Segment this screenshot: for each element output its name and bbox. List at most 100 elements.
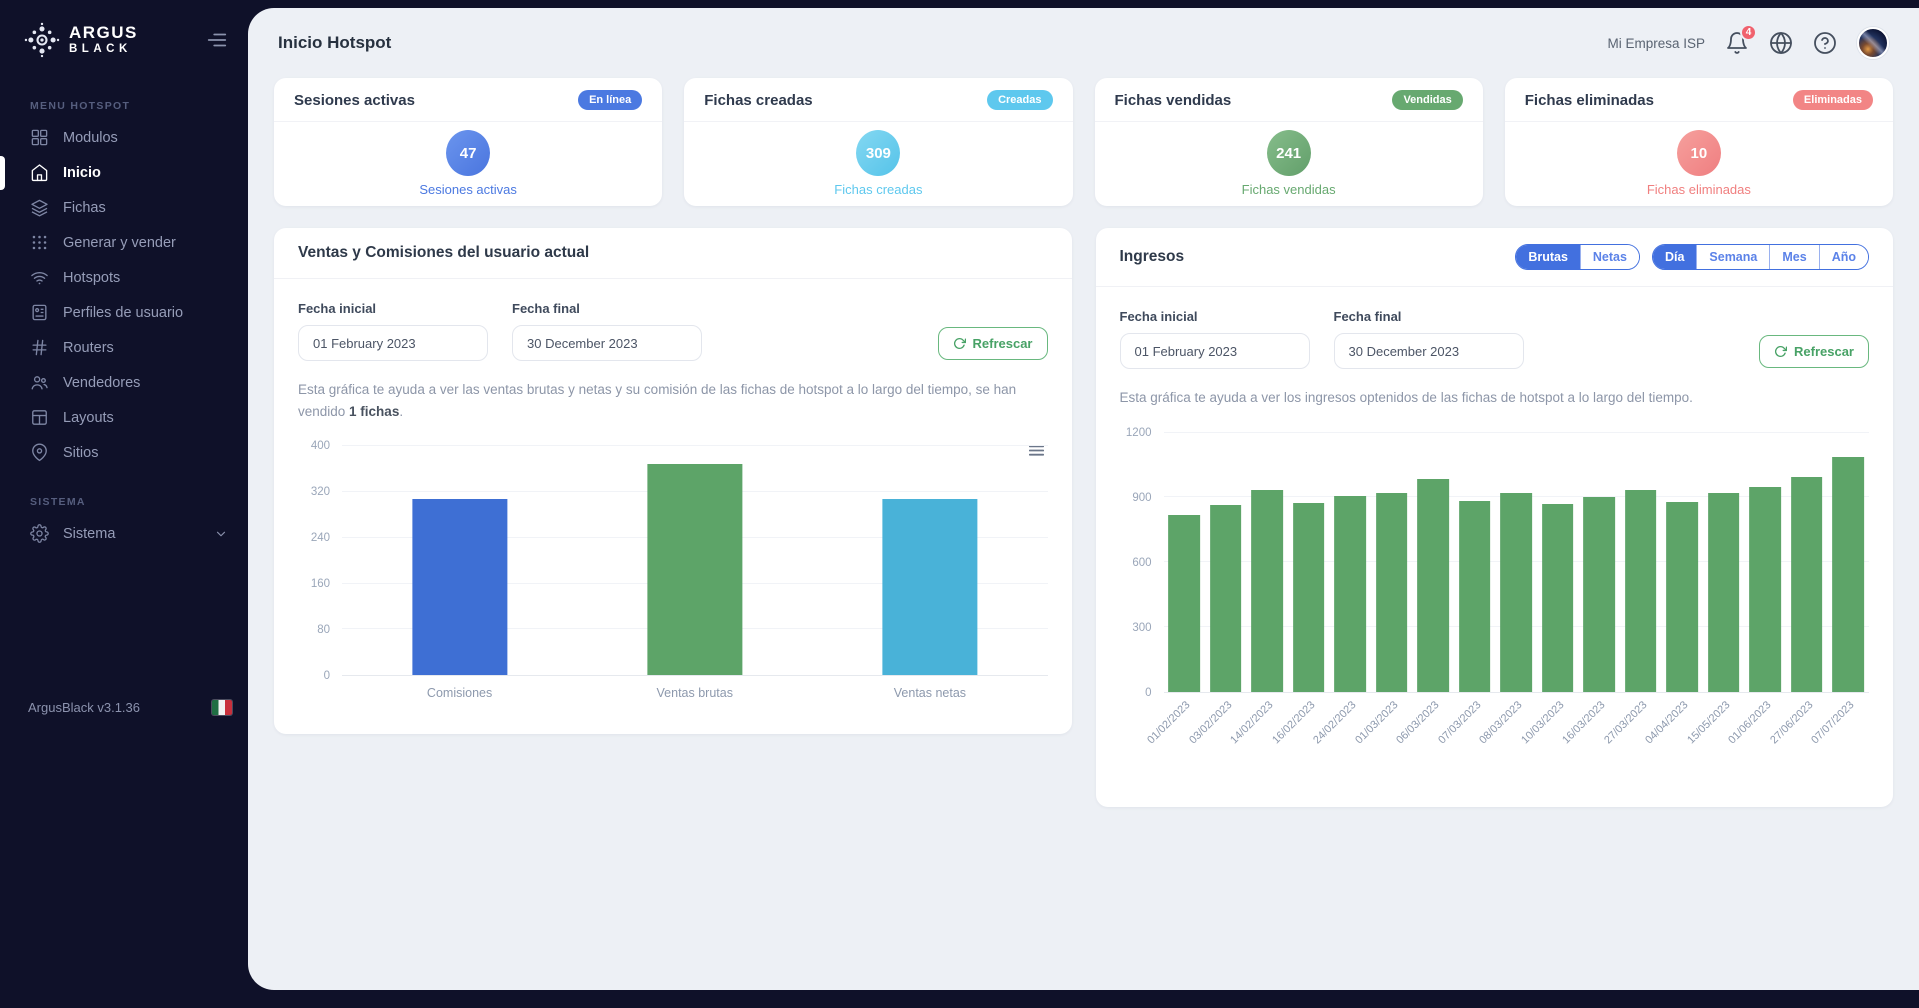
y-tick: 300 — [1132, 622, 1151, 634]
sidebar-item-layouts[interactable]: Layouts — [0, 400, 248, 435]
y-tick: 160 — [311, 578, 330, 590]
stat-card-fichas-vendidas: Fichas vendidas Vendidas 241 Fichas vend… — [1095, 78, 1483, 206]
stat-label: Fichas eliminadas — [1647, 182, 1751, 197]
page-title: Inicio Hotspot — [278, 33, 391, 53]
bar-04/04/2023 — [1666, 502, 1698, 692]
app-version: ArgusBlack v3.1.36 — [28, 700, 140, 715]
toggle-dia[interactable]: Día — [1653, 245, 1696, 269]
sidebar-item-label: Perfiles de usuario — [63, 305, 183, 321]
stat-label: Fichas creadas — [834, 182, 922, 197]
status-badge: En línea — [578, 90, 642, 110]
bar-01/03/2023 — [1376, 493, 1408, 692]
map-pin-icon — [30, 443, 49, 462]
start-date-input[interactable]: 01 February 2023 — [298, 325, 488, 361]
bar-27/03/2023 — [1625, 490, 1657, 692]
card-title: Fichas eliminadas — [1525, 92, 1654, 109]
version-row: ArgusBlack v3.1.36 — [28, 700, 232, 715]
active-indicator — [0, 156, 5, 190]
start-date-input[interactable]: 01 February 2023 — [1120, 333, 1310, 369]
refresh-button[interactable]: Refrescar — [1759, 335, 1869, 368]
sales-commissions-panel: Ventas y Comisiones del usuario actual F… — [274, 228, 1072, 734]
end-date-field: Fecha final 30 December 2023 — [1334, 309, 1524, 369]
y-axis: 03006009001200 — [1120, 433, 1164, 693]
topbar: Inicio Hotspot Mi Empresa ISP 4 — [274, 8, 1893, 78]
gross-net-toggle: Brutas Netas — [1515, 244, 1640, 270]
sidebar-item-perfiles-de-usuario[interactable]: Perfiles de usuario — [0, 295, 248, 330]
sidebar-item-routers[interactable]: Routers — [0, 330, 248, 365]
stat-card-sesiones-activas: Sesiones activas En línea 47 Sesiones ac… — [274, 78, 662, 206]
sales-chart: 080160240320400 ComisionesVentas brutasV… — [298, 446, 1048, 710]
bar-27/06/2023 — [1791, 477, 1823, 692]
bar-16/03/2023 — [1583, 497, 1615, 691]
bar-Ventas brutas — [647, 464, 742, 675]
help-icon[interactable] — [1813, 31, 1837, 55]
sidebar-item-generar-y-vender[interactable]: Generar y vender — [0, 225, 248, 260]
end-date-input[interactable]: 30 December 2023 — [512, 325, 702, 361]
toggle-semana[interactable]: Semana — [1696, 245, 1769, 269]
toggle-mes[interactable]: Mes — [1769, 245, 1818, 269]
users-icon — [30, 373, 49, 392]
end-date-field: Fecha final 30 December 2023 — [512, 301, 702, 361]
bar-07/03/2023 — [1459, 501, 1491, 692]
sidebar-item-label: Generar y vender — [63, 235, 176, 251]
end-date-input[interactable]: 30 December 2023 — [1334, 333, 1524, 369]
y-tick: 0 — [1145, 687, 1151, 699]
bar-01/02/2023 — [1168, 515, 1200, 692]
refresh-icon — [953, 337, 966, 350]
card-title: Fichas creadas — [704, 92, 812, 109]
sidebar: ARGUS BLACK MENU HOTSPOT Modulos — [0, 0, 248, 1008]
notification-badge: 4 — [1740, 24, 1757, 41]
sidebar-nav: Modulos Inicio Fichas Generar y vender — [0, 120, 248, 470]
bar-07/07/2023 — [1832, 457, 1864, 691]
panel-title: Ingresos — [1120, 248, 1185, 266]
menu-section-sistema: SISTEMA — [30, 496, 248, 508]
user-profile-doc-icon — [30, 303, 49, 322]
chevron-down-icon — [214, 527, 228, 541]
refresh-icon — [1774, 345, 1787, 358]
income-panel: Ingresos Brutas Netas Día Semana Mes Año — [1096, 228, 1894, 807]
sidebar-item-label: Hotspots — [63, 270, 120, 286]
stat-value-bubble: 10 — [1677, 130, 1721, 176]
globe-icon[interactable] — [1769, 31, 1793, 55]
wifi-icon — [30, 268, 49, 287]
refresh-button[interactable]: Refrescar — [938, 327, 1048, 360]
bar-16/02/2023 — [1293, 503, 1325, 692]
panels-row: Ventas y Comisiones del usuario actual F… — [274, 228, 1893, 807]
language-flag-icon[interactable] — [212, 700, 232, 715]
bar-24/02/2023 — [1334, 496, 1366, 691]
sidebar-item-inicio[interactable]: Inicio — [0, 155, 248, 190]
card-title: Sesiones activas — [294, 92, 415, 109]
y-tick: 240 — [311, 532, 330, 544]
y-tick: 400 — [311, 440, 330, 452]
sidebar-toggle-icon[interactable] — [206, 29, 228, 51]
sidebar-item-sitios[interactable]: Sitios — [0, 435, 248, 470]
main-panel: Inicio Hotspot Mi Empresa ISP 4 — [248, 8, 1919, 990]
sidebar-item-label: Modulos — [63, 130, 118, 146]
toggle-ano[interactable]: Año — [1819, 245, 1868, 269]
logo-name: ARGUS — [69, 24, 138, 41]
sidebar-item-modulos[interactable]: Modulos — [0, 120, 248, 155]
avatar[interactable] — [1857, 27, 1889, 59]
sidebar-item-label: Sitios — [63, 445, 98, 461]
toggle-brutas[interactable]: Brutas — [1516, 245, 1580, 269]
end-date-label: Fecha final — [512, 301, 702, 316]
sidebar-item-fichas[interactable]: Fichas — [0, 190, 248, 225]
bar-15/05/2023 — [1708, 493, 1740, 692]
start-date-field: Fecha inicial 01 February 2023 — [298, 301, 488, 361]
y-tick: 80 — [317, 624, 330, 636]
y-tick: 900 — [1132, 492, 1151, 504]
logo-subname: BLACK — [69, 44, 138, 56]
toggle-netas[interactable]: Netas — [1580, 245, 1639, 269]
layout-icon — [30, 408, 49, 427]
x-axis: ComisionesVentas brutasVentas netas — [342, 676, 1048, 710]
sidebar-item-sistema[interactable]: Sistema — [0, 516, 248, 551]
start-date-label: Fecha inicial — [298, 301, 488, 316]
sidebar-item-label: Vendedores — [63, 375, 140, 391]
notifications-bell-icon[interactable]: 4 — [1725, 31, 1749, 55]
sidebar-item-vendedores[interactable]: Vendedores — [0, 365, 248, 400]
bar-Comisiones — [412, 499, 507, 675]
plot-area — [342, 446, 1048, 676]
y-tick: 600 — [1132, 557, 1151, 569]
sidebar-item-hotspots[interactable]: Hotspots — [0, 260, 248, 295]
sidebar-item-label: Inicio — [63, 165, 101, 181]
